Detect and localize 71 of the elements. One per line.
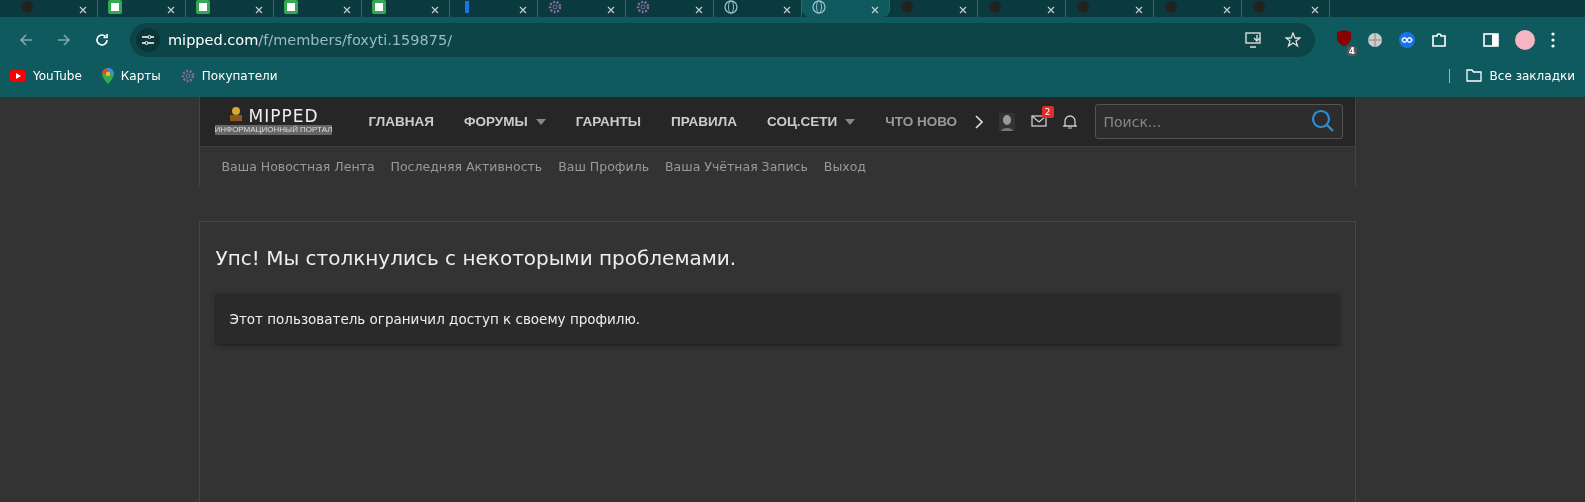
search-field[interactable]: Поиск...: [1094, 104, 1343, 139]
map-pin-icon: [101, 67, 114, 84]
circle-icon: [900, 0, 914, 14]
globe-icon[interactable]: [1367, 31, 1383, 48]
close-icon[interactable]: [255, 6, 263, 14]
account-link[interactable]: Ваш Профиль: [558, 159, 649, 174]
site-logo[interactable]: MIPPED ИНФОРМАЦИОННЫЙ ПОРТАЛ: [213, 108, 334, 135]
gear-icon: [548, 0, 562, 14]
youtube-icon: [10, 69, 26, 82]
close-icon[interactable]: [871, 6, 879, 14]
close-icon[interactable]: [431, 6, 439, 14]
close-icon[interactable]: [783, 6, 791, 14]
bell-icon[interactable]: [1062, 114, 1077, 129]
globe-icon: [724, 0, 738, 14]
account-link[interactable]: Ваша Учётная Запись: [665, 159, 808, 174]
reload-icon[interactable]: [95, 32, 109, 47]
close-icon[interactable]: [519, 6, 527, 14]
search-icon[interactable]: [1310, 109, 1335, 133]
account-link[interactable]: Выход: [823, 159, 866, 174]
bookmark-link[interactable]: YouTube: [10, 68, 82, 83]
bookmark-link[interactable]: Карты: [101, 67, 161, 84]
circle-icon: [1252, 0, 1266, 14]
gear-icon: [636, 0, 650, 14]
forward-icon[interactable]: [57, 32, 71, 47]
install-app-icon[interactable]: [1245, 31, 1263, 48]
close-icon[interactable]: [79, 6, 87, 14]
circle-icon: [988, 0, 1002, 14]
star-icon[interactable]: [1285, 31, 1301, 48]
error-title: Упс! Мы столкнулись с некоторыми проблемами.: [215, 246, 738, 270]
account-link[interactable]: Ваша Новостная Лента: [221, 159, 375, 174]
circle-icon: [1076, 0, 1090, 14]
close-icon[interactable]: [1047, 6, 1055, 14]
close-icon[interactable]: [1135, 6, 1143, 14]
folder-icon: [1465, 69, 1482, 82]
avatar-icon[interactable]: [1515, 29, 1535, 50]
nav-link[interactable]: ФОРУМЫ: [449, 96, 561, 147]
circle-icon: [1164, 0, 1178, 14]
nav-link[interactable]: ПРАВИЛА: [656, 96, 752, 147]
bookmark-link[interactable]: Покупатели: [180, 68, 278, 83]
envelope-icon[interactable]: [1030, 115, 1047, 127]
account-link[interactable]: Последняя Активность: [390, 159, 543, 174]
close-icon[interactable]: [959, 6, 967, 14]
close-icon[interactable]: [1311, 6, 1319, 14]
menu-icon[interactable]: [1551, 31, 1555, 48]
globe-icon: [812, 0, 826, 14]
sheet-icon: [108, 0, 122, 14]
nav-link[interactable]: ЧТО НОВО: [870, 96, 973, 147]
close-icon[interactable]: [607, 6, 615, 14]
close-icon[interactable]: [1223, 6, 1231, 14]
sheet-icon: [284, 0, 298, 14]
close-icon[interactable]: [167, 6, 175, 14]
nav-link[interactable]: ГАРАНТЫ: [560, 96, 657, 147]
sheet-icon: [196, 0, 210, 14]
error-message: Этот пользователь ограничил доступ к своему профилю.: [215, 294, 1339, 344]
nav-link[interactable]: ГЛАВНАЯ: [353, 96, 449, 147]
count-badge: 2: [1041, 106, 1054, 118]
count-badge: 4: [1346, 45, 1357, 56]
site-settings-icon[interactable]: [136, 27, 160, 52]
gear-icon: [180, 68, 195, 83]
extensions-icon[interactable]: [1431, 31, 1447, 48]
close-icon[interactable]: [343, 6, 351, 14]
close-icon[interactable]: [695, 6, 703, 14]
side-panel-icon[interactable]: [1483, 31, 1499, 48]
circle-icon: [20, 0, 34, 14]
sheet-icon: [372, 0, 386, 14]
chevron-right-icon[interactable]: [974, 114, 983, 129]
back-icon[interactable]: [19, 32, 33, 47]
nav-link[interactable]: СОЦ.СЕТИ: [752, 96, 871, 147]
infinity-icon[interactable]: [1399, 31, 1415, 48]
user-avatar-icon[interactable]: [998, 112, 1015, 131]
all-bookmarks-button[interactable]: Все закладки: [1448, 68, 1575, 83]
